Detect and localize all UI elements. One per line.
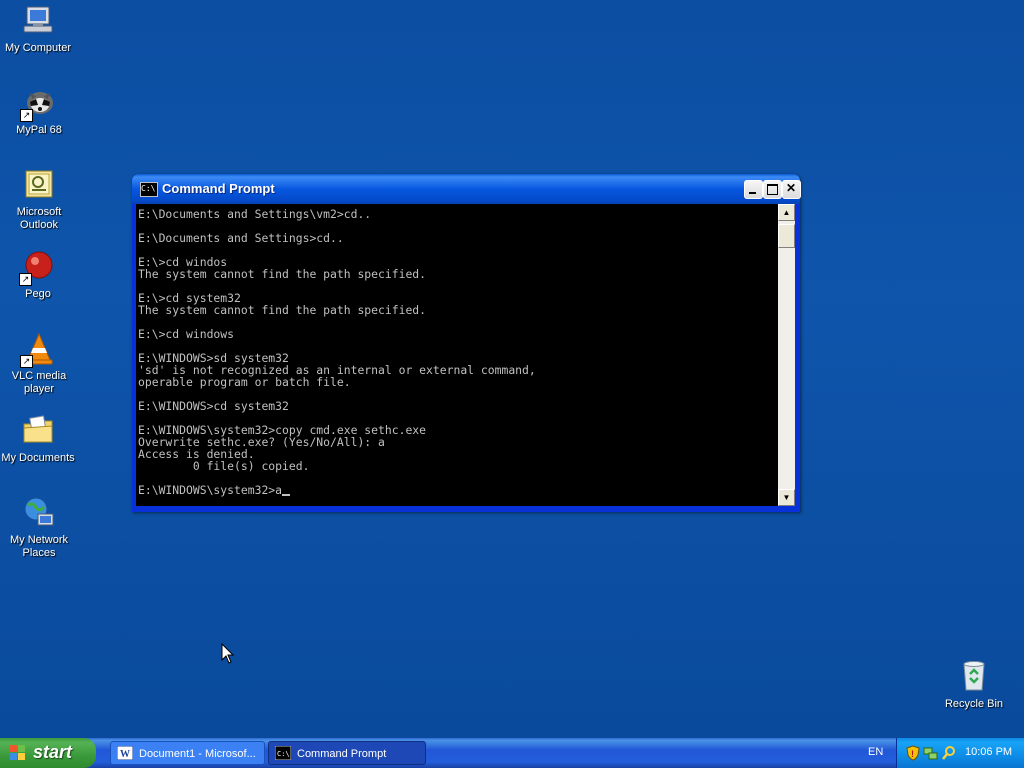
cmd-icon[interactable]: C:\ [140, 182, 158, 197]
desktop-icon-recycle-bin[interactable]: Recycle Bin [936, 660, 1012, 711]
icon-label: Microsoft Outlook [16, 206, 62, 231]
desktop-icon-my-computer[interactable]: My Computer [0, 4, 76, 55]
language-indicator[interactable]: EN [868, 746, 883, 758]
system-tray: ! 10:06 PM [896, 738, 1024, 768]
search-tray-icon[interactable] [941, 745, 957, 761]
scroll-thumb[interactable] [778, 224, 795, 248]
security-shield-icon[interactable]: ! [905, 745, 921, 761]
task-label: Document1 - Microsof... [139, 748, 256, 760]
icon-label: VLC media player [11, 370, 67, 395]
start-button[interactable]: start [0, 738, 96, 768]
task-label: Command Prompt [297, 748, 387, 760]
minimize-button[interactable] [744, 180, 763, 199]
maximize-button[interactable] [763, 180, 782, 199]
desktop-icon-network-places[interactable]: My Network Places [1, 496, 77, 560]
desktop: My Computer ↗ MyPal 68 Microsoft Outlook… [0, 0, 1024, 738]
my-computer-icon [21, 4, 55, 38]
text-cursor [282, 494, 291, 496]
svg-text:W: W [120, 749, 130, 760]
shortcut-arrow-icon: ↗ [20, 355, 33, 368]
desktop-icon-pego[interactable]: ↗ Pego [0, 250, 76, 301]
svg-text:!: ! [911, 749, 914, 759]
mypal-icon: ↗ [20, 86, 56, 122]
desktop-icon-outlook[interactable]: Microsoft Outlook [1, 168, 77, 232]
desktop-icon-mypal[interactable]: ↗ MyPal 68 [1, 86, 77, 137]
console-text: E:\Documents and Settings\vm2>cd.. E:\Do… [138, 207, 536, 497]
title-bar[interactable]: C:\ Command Prompt [132, 174, 801, 204]
scroll-up-button[interactable]: ▲ [778, 204, 795, 221]
pego-icon: ↗ [19, 250, 55, 286]
command-prompt-window[interactable]: C:\ Command Prompt E:\Documents and Sett… [132, 174, 801, 512]
icon-label: My Network Places [9, 534, 69, 559]
shortcut-arrow-icon: ↗ [19, 273, 32, 286]
vlc-icon: ↗ [20, 332, 56, 368]
recycle-bin-icon [957, 660, 991, 694]
console-output[interactable]: E:\Documents and Settings\vm2>cd.. E:\Do… [136, 204, 778, 506]
taskbar-button-document1[interactable]: W Document1 - Microsof... [110, 741, 265, 765]
my-documents-icon [21, 414, 55, 448]
desktop-icon-my-documents[interactable]: My Documents [0, 414, 76, 465]
icon-label: Recycle Bin [944, 698, 1004, 710]
taskbar: start W Document1 - Microsof... C:\ Comm… [0, 738, 1024, 768]
start-label: start [33, 742, 73, 762]
taskbar-button-command-prompt[interactable]: C:\ Command Prompt [268, 741, 426, 765]
outlook-icon [22, 168, 56, 202]
scroll-down-button[interactable]: ▼ [778, 489, 795, 506]
close-button[interactable] [782, 180, 801, 199]
word-icon: W [117, 746, 133, 760]
vertical-scrollbar[interactable]: ▲ ▼ [778, 204, 795, 506]
clock[interactable]: 10:06 PM [965, 746, 1012, 758]
network-tray-icon[interactable] [923, 745, 939, 761]
window-title: Command Prompt [162, 181, 275, 196]
icon-label: MyPal 68 [16, 124, 62, 136]
desktop-icon-vlc[interactable]: ↗ VLC media player [1, 332, 77, 396]
cmd-icon: C:\ [275, 746, 291, 760]
icon-label: My Computer [4, 42, 72, 54]
icon-label: Pego [25, 288, 51, 300]
mouse-pointer-icon [221, 643, 235, 664]
icon-label: My Documents [1, 452, 75, 464]
svg-text:C:\: C:\ [277, 750, 290, 758]
network-places-icon [22, 496, 56, 530]
windows-flag-icon [10, 745, 26, 761]
shortcut-arrow-icon: ↗ [20, 109, 33, 122]
